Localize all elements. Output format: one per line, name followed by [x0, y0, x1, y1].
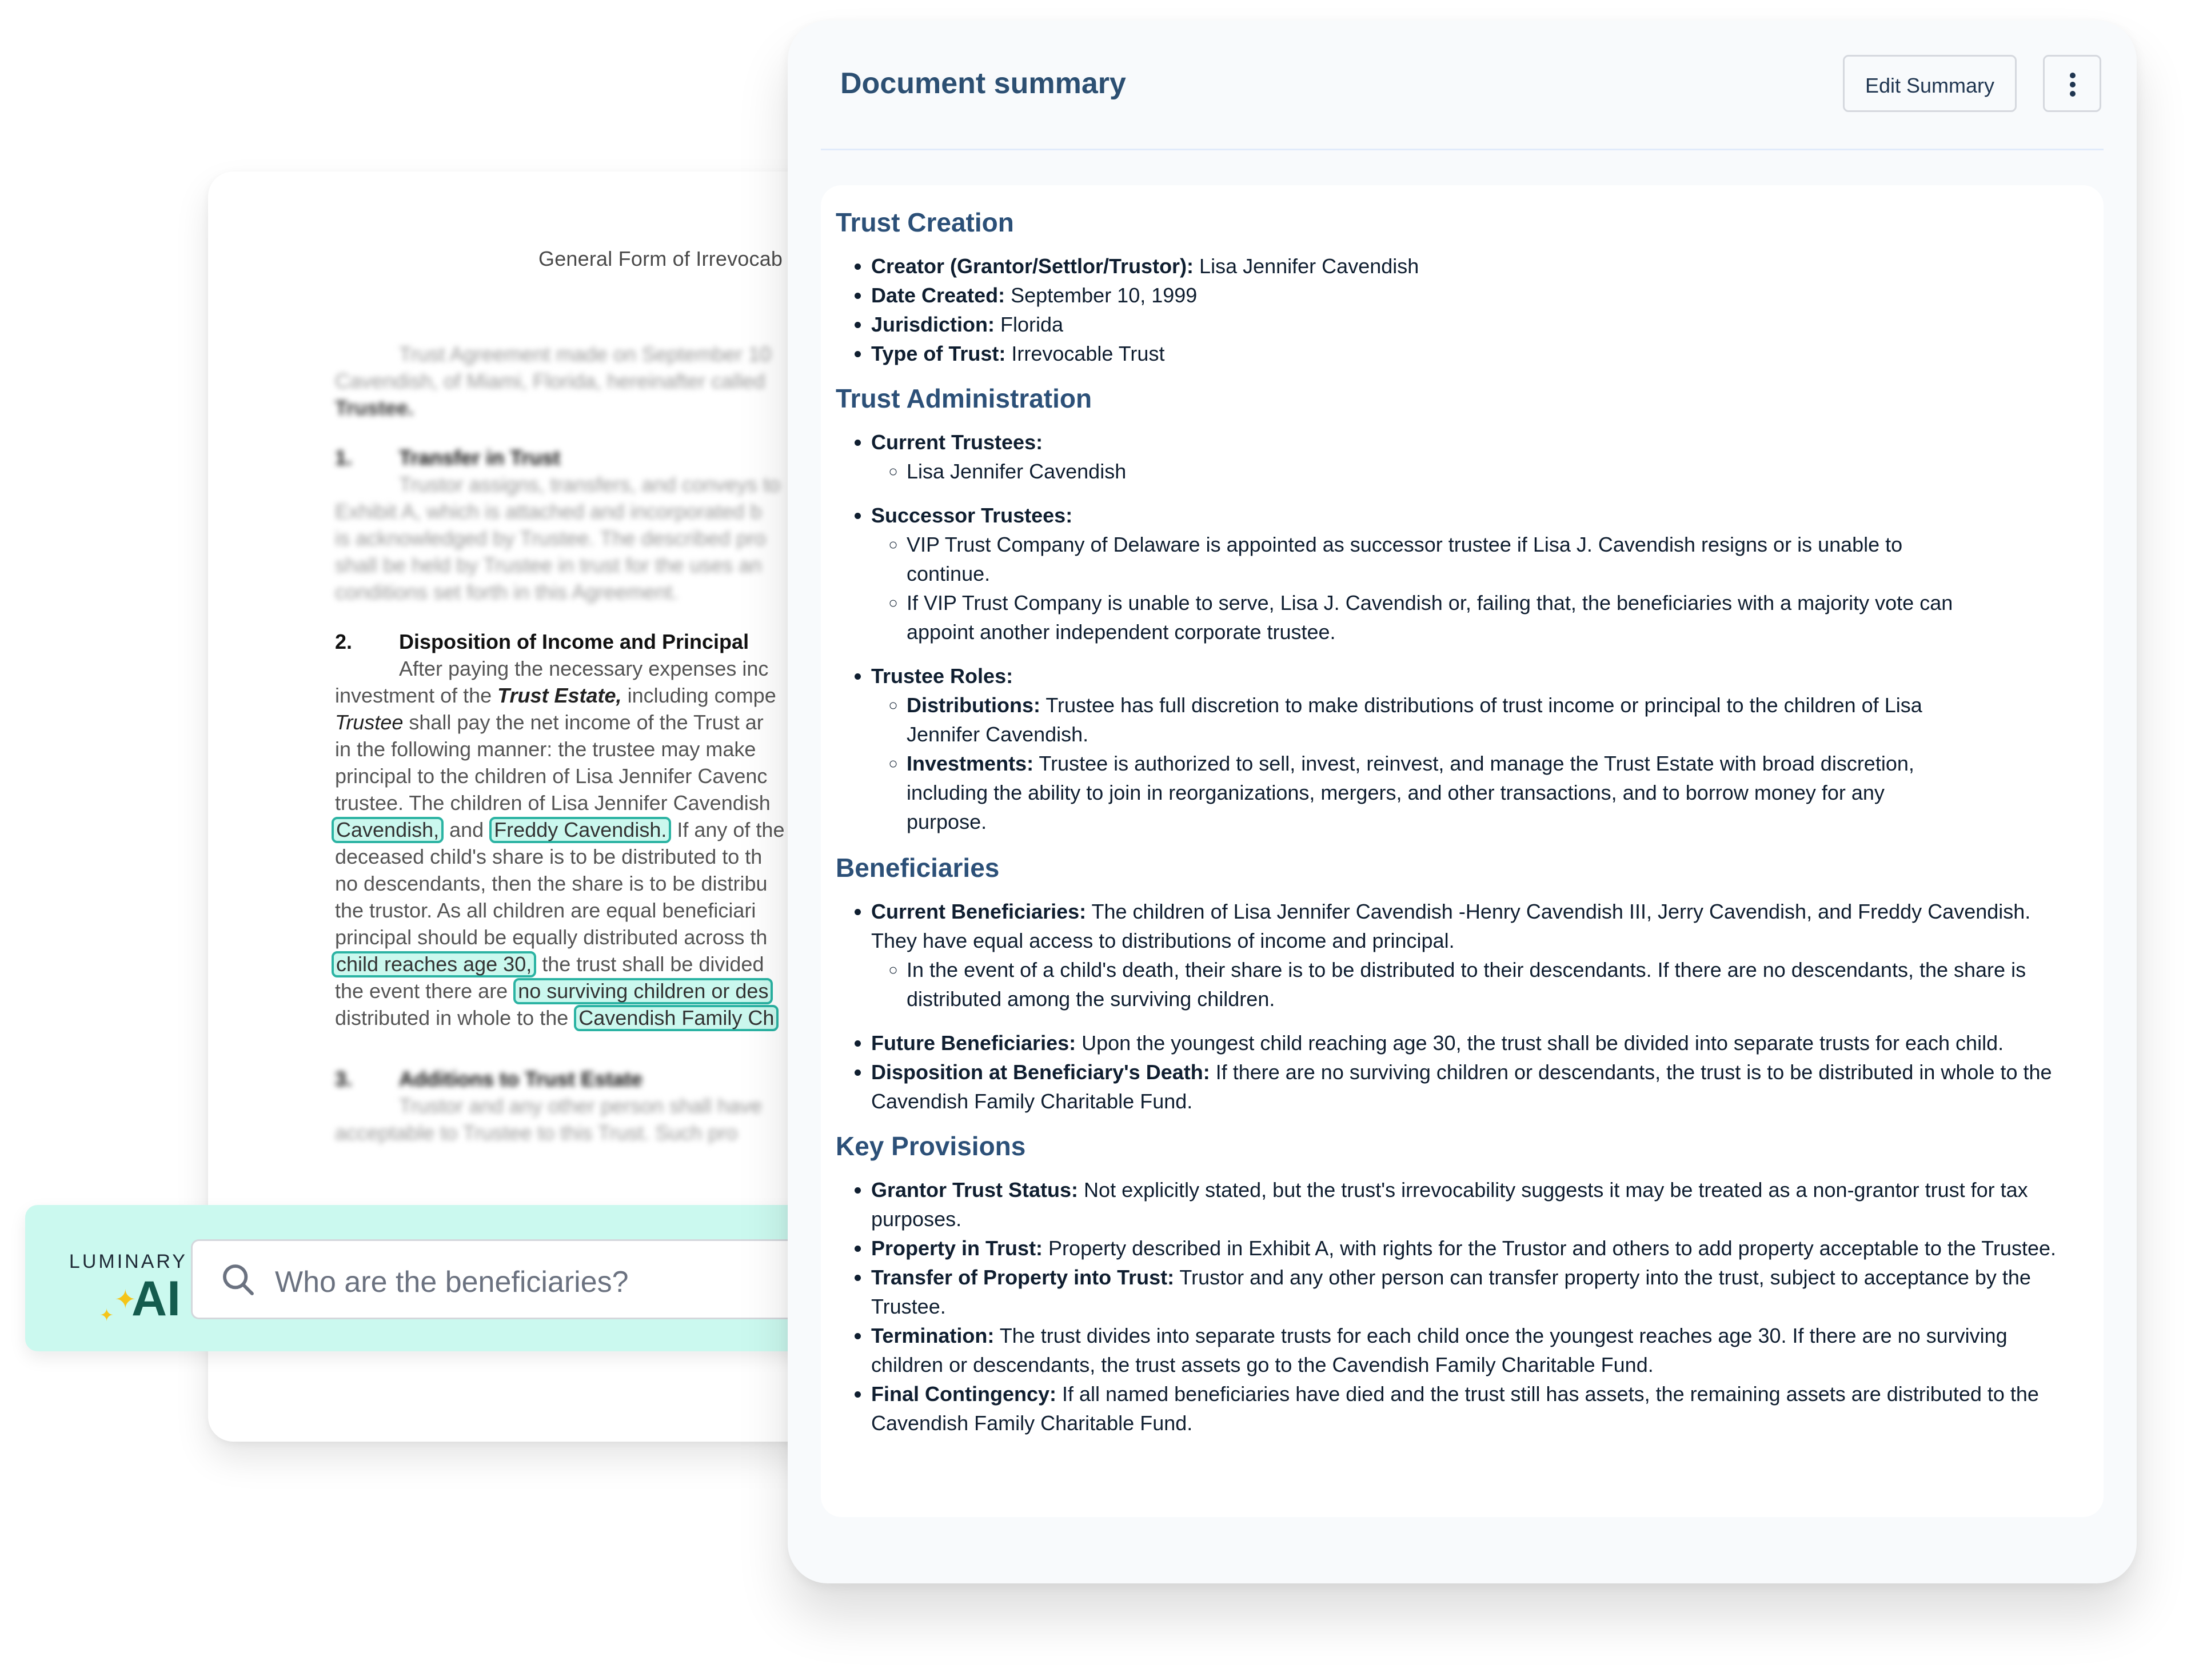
summary-content: Trust Creation Creator (Grantor/Settlor/…	[836, 206, 2070, 1451]
list-item: Successor Trustees: VIP Trust Company of…	[871, 501, 2070, 647]
section-key-provisions: Key Provisions Grantor Trust Status: Not…	[836, 1130, 2070, 1438]
list-item: Future Beneficiaries: Upon the youngest …	[871, 1028, 2070, 1058]
list-item: Disposition at Beneficiary's Death: If t…	[871, 1058, 2070, 1116]
sub-list-item: Distributions: Trustee has full discreti…	[907, 691, 1967, 749]
section-beneficiaries: Beneficiaries Current Beneficiaries: The…	[836, 851, 2070, 1116]
ai-assistant-bar: LUMINARY ✦ ✦ AI Who are the beneficiarie…	[25, 1205, 877, 1351]
document-intro: Trust Agreement made on September 10 Cav…	[335, 342, 772, 420]
document-section-1: 1. Transfer in Trust Trustor assigns, tra…	[335, 446, 780, 604]
highlight-citation[interactable]: Cavendish,	[332, 817, 444, 843]
sub-list-item: VIP Trust Company of Delaware is appoint…	[907, 530, 1967, 588]
section-heading: Trust Administration	[836, 384, 1092, 413]
list-item: Final Contingency: If all named benefici…	[871, 1379, 2070, 1438]
edit-summary-button[interactable]: Edit Summary	[1843, 55, 2017, 112]
list-item: Current Beneficiaries: The children of L…	[871, 897, 2070, 1013]
section-heading: Key Provisions	[836, 1131, 1026, 1161]
highlight-citation[interactable]: child reaches age 30,	[332, 951, 537, 977]
document-section-2: 2. Disposition of Income and Principal Af…	[332, 628, 860, 1031]
sparkle-icon: ✦	[99, 1306, 114, 1325]
highlight-citation[interactable]: Freddy Cavendish.	[489, 817, 672, 843]
sub-list-item: In the event of a child's death, their s…	[907, 955, 2048, 1013]
highlight-citation[interactable]: Cavendish Family Ch	[574, 1005, 779, 1031]
search-input[interactable]: Who are the beneficiaries?	[191, 1239, 877, 1319]
document-summary-panel: Document summary Edit Summary Trust Crea…	[788, 21, 2137, 1583]
section-2-heading: 2. Disposition of Income and Principal	[335, 630, 749, 653]
search-icon	[223, 1264, 254, 1295]
list-item: Jurisdiction: Florida	[871, 310, 2070, 339]
sub-list-item: If VIP Trust Company is unable to serve,…	[907, 588, 1967, 647]
list-item: Transfer of Property into Trust: Trustor…	[871, 1263, 2070, 1321]
section-heading: Trust Creation	[836, 207, 1014, 237]
luminary-ai-logo: LUMINARY ✦ ✦ AI	[69, 1251, 187, 1326]
highlight-citation[interactable]: no surviving children or des	[513, 978, 773, 1004]
sub-list-item: Lisa Jennifer Cavendish	[907, 457, 2070, 486]
list-item: Current Trustees: Lisa Jennifer Cavendis…	[871, 428, 2070, 486]
header-divider	[821, 149, 2104, 150]
list-item: Trustee Roles: Distributions: Trustee ha…	[871, 661, 2070, 836]
document-title: General Form of Irrevocab	[538, 247, 783, 270]
list-item: Termination: The trust divides into sepa…	[871, 1321, 2070, 1379]
sub-list-item: Investments: Trustee is authorized to se…	[907, 749, 1967, 836]
more-options-button[interactable]	[2043, 55, 2101, 112]
section-trust-administration: Trust Administration Current Trustees: L…	[836, 382, 2070, 836]
list-item: Grantor Trust Status: Not explicitly sta…	[871, 1175, 2070, 1234]
list-item: Creator (Grantor/Settlor/Trustor): Lisa …	[871, 252, 2070, 281]
list-item: Property in Trust: Property described in…	[871, 1234, 2070, 1263]
document-body: Trust Agreement made on September 10 Cav…	[332, 341, 860, 1269]
search-query-text[interactable]: Who are the beneficiaries?	[275, 1265, 629, 1299]
list-item: Date Created: September 10, 1999	[871, 281, 2070, 310]
summary-card: Trust Creation Creator (Grantor/Settlor/…	[821, 185, 2104, 1517]
list-item: Type of Trust: Irrevocable Trust	[871, 339, 2070, 368]
section-heading: Beneficiaries	[836, 853, 1000, 883]
panel-title: Document summary	[840, 67, 1126, 100]
section-trust-creation: Trust Creation Creator (Grantor/Settlor/…	[836, 206, 2070, 368]
